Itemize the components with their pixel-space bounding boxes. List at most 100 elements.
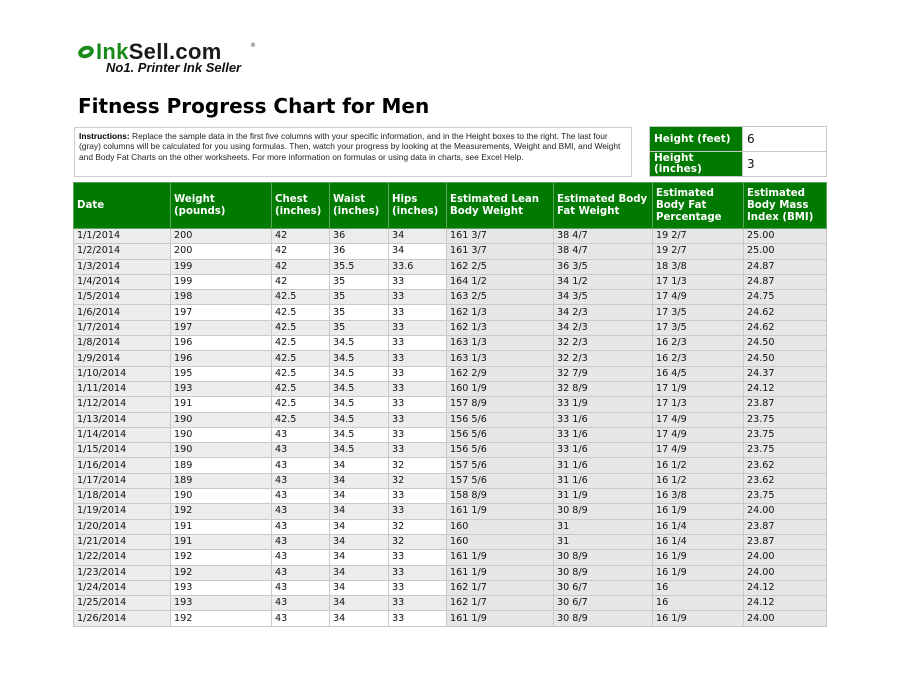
cell-waist[interactable]: 34.5 bbox=[329, 380, 389, 398]
cell-hips[interactable]: 33 bbox=[388, 595, 447, 612]
cell-weight[interactable]: 191 bbox=[170, 396, 272, 413]
cell-waist[interactable]: 36 bbox=[329, 227, 389, 245]
cell-date[interactable]: 1/26/2014 bbox=[73, 610, 171, 627]
cell-weight[interactable]: 197 bbox=[170, 319, 272, 337]
height-inches-input[interactable]: 3 bbox=[742, 151, 827, 177]
cell-date[interactable]: 1/11/2014 bbox=[73, 380, 171, 398]
cell-waist[interactable]: 34.5 bbox=[329, 335, 389, 352]
cell-waist[interactable]: 36 bbox=[329, 243, 389, 260]
cell-hips[interactable]: 33 bbox=[388, 610, 447, 627]
height-feet-input[interactable]: 6 bbox=[742, 126, 827, 152]
cell-weight[interactable]: 189 bbox=[170, 472, 272, 490]
cell-weight[interactable]: 200 bbox=[170, 243, 272, 260]
cell-chest[interactable]: 42.5 bbox=[271, 396, 330, 413]
cell-weight[interactable]: 192 bbox=[170, 564, 272, 581]
cell-weight[interactable]: 200 bbox=[170, 227, 272, 245]
cell-hips[interactable]: 33 bbox=[388, 411, 447, 428]
cell-waist[interactable]: 34 bbox=[329, 533, 389, 551]
cell-hips[interactable]: 33 bbox=[388, 350, 447, 367]
cell-waist[interactable]: 34.5 bbox=[329, 350, 389, 367]
cell-chest[interactable]: 43 bbox=[271, 442, 330, 459]
cell-hips[interactable]: 33 bbox=[388, 380, 447, 398]
cell-hips[interactable]: 33 bbox=[388, 396, 447, 413]
cell-weight[interactable]: 191 bbox=[170, 533, 272, 551]
cell-weight[interactable]: 196 bbox=[170, 350, 272, 367]
cell-chest[interactable]: 42.5 bbox=[271, 335, 330, 352]
cell-waist[interactable]: 34 bbox=[329, 457, 389, 474]
cell-date[interactable]: 1/23/2014 bbox=[73, 564, 171, 581]
cell-date[interactable]: 1/12/2014 bbox=[73, 396, 171, 413]
cell-weight[interactable]: 190 bbox=[170, 442, 272, 459]
cell-hips[interactable]: 34 bbox=[388, 227, 447, 245]
cell-hips[interactable]: 33 bbox=[388, 442, 447, 459]
cell-weight[interactable]: 197 bbox=[170, 304, 272, 321]
cell-chest[interactable]: 43 bbox=[271, 426, 330, 444]
cell-date[interactable]: 1/3/2014 bbox=[73, 258, 171, 275]
cell-weight[interactable]: 189 bbox=[170, 457, 272, 474]
cell-weight[interactable]: 190 bbox=[170, 488, 272, 505]
cell-date[interactable]: 1/20/2014 bbox=[73, 518, 171, 535]
cell-hips[interactable]: 33 bbox=[388, 319, 447, 337]
cell-waist[interactable]: 35 bbox=[329, 289, 389, 306]
cell-chest[interactable]: 42.5 bbox=[271, 380, 330, 398]
cell-hips[interactable]: 33 bbox=[388, 564, 447, 581]
cell-chest[interactable]: 43 bbox=[271, 564, 330, 581]
cell-date[interactable]: 1/6/2014 bbox=[73, 304, 171, 321]
cell-date[interactable]: 1/21/2014 bbox=[73, 533, 171, 551]
cell-date[interactable]: 1/2/2014 bbox=[73, 243, 171, 260]
cell-weight[interactable]: 190 bbox=[170, 426, 272, 444]
cell-date[interactable]: 1/10/2014 bbox=[73, 365, 171, 382]
cell-waist[interactable]: 34 bbox=[329, 610, 389, 627]
cell-chest[interactable]: 42.5 bbox=[271, 411, 330, 428]
cell-weight[interactable]: 192 bbox=[170, 549, 272, 566]
cell-hips[interactable]: 33 bbox=[388, 488, 447, 505]
cell-date[interactable]: 1/8/2014 bbox=[73, 335, 171, 352]
cell-waist[interactable]: 34.5 bbox=[329, 426, 389, 444]
cell-weight[interactable]: 195 bbox=[170, 365, 272, 382]
cell-weight[interactable]: 192 bbox=[170, 503, 272, 520]
cell-waist[interactable]: 35 bbox=[329, 273, 389, 291]
cell-date[interactable]: 1/7/2014 bbox=[73, 319, 171, 337]
cell-hips[interactable]: 33.6 bbox=[388, 258, 447, 275]
cell-weight[interactable]: 193 bbox=[170, 595, 272, 612]
cell-chest[interactable]: 42 bbox=[271, 273, 330, 291]
cell-waist[interactable]: 34 bbox=[329, 472, 389, 490]
cell-weight[interactable]: 198 bbox=[170, 289, 272, 306]
cell-chest[interactable]: 42.5 bbox=[271, 365, 330, 382]
cell-date[interactable]: 1/5/2014 bbox=[73, 289, 171, 306]
cell-chest[interactable]: 43 bbox=[271, 579, 330, 597]
cell-chest[interactable]: 42.5 bbox=[271, 350, 330, 367]
cell-hips[interactable]: 33 bbox=[388, 579, 447, 597]
cell-chest[interactable]: 43 bbox=[271, 549, 330, 566]
cell-chest[interactable]: 42.5 bbox=[271, 304, 330, 321]
cell-waist[interactable]: 34 bbox=[329, 488, 389, 505]
cell-hips[interactable]: 34 bbox=[388, 243, 447, 260]
cell-chest[interactable]: 43 bbox=[271, 533, 330, 551]
cell-hips[interactable]: 33 bbox=[388, 304, 447, 321]
cell-date[interactable]: 1/25/2014 bbox=[73, 595, 171, 612]
cell-date[interactable]: 1/13/2014 bbox=[73, 411, 171, 428]
cell-chest[interactable]: 43 bbox=[271, 518, 330, 535]
cell-chest[interactable]: 43 bbox=[271, 503, 330, 520]
cell-weight[interactable]: 193 bbox=[170, 579, 272, 597]
cell-hips[interactable]: 33 bbox=[388, 289, 447, 306]
cell-date[interactable]: 1/22/2014 bbox=[73, 549, 171, 566]
cell-chest[interactable]: 43 bbox=[271, 457, 330, 474]
cell-hips[interactable]: 32 bbox=[388, 533, 447, 551]
cell-chest[interactable]: 43 bbox=[271, 610, 330, 627]
cell-hips[interactable]: 33 bbox=[388, 335, 447, 352]
cell-hips[interactable]: 33 bbox=[388, 426, 447, 444]
cell-chest[interactable]: 42 bbox=[271, 243, 330, 260]
cell-waist[interactable]: 34 bbox=[329, 579, 389, 597]
cell-waist[interactable]: 34 bbox=[329, 595, 389, 612]
cell-waist[interactable]: 34.5 bbox=[329, 411, 389, 428]
cell-waist[interactable]: 35 bbox=[329, 319, 389, 337]
cell-date[interactable]: 1/9/2014 bbox=[73, 350, 171, 367]
cell-chest[interactable]: 43 bbox=[271, 472, 330, 490]
cell-waist[interactable]: 34 bbox=[329, 549, 389, 566]
cell-date[interactable]: 1/17/2014 bbox=[73, 472, 171, 490]
cell-hips[interactable]: 33 bbox=[388, 549, 447, 566]
cell-chest[interactable]: 43 bbox=[271, 488, 330, 505]
cell-date[interactable]: 1/18/2014 bbox=[73, 488, 171, 505]
cell-waist[interactable]: 34.5 bbox=[329, 442, 389, 459]
